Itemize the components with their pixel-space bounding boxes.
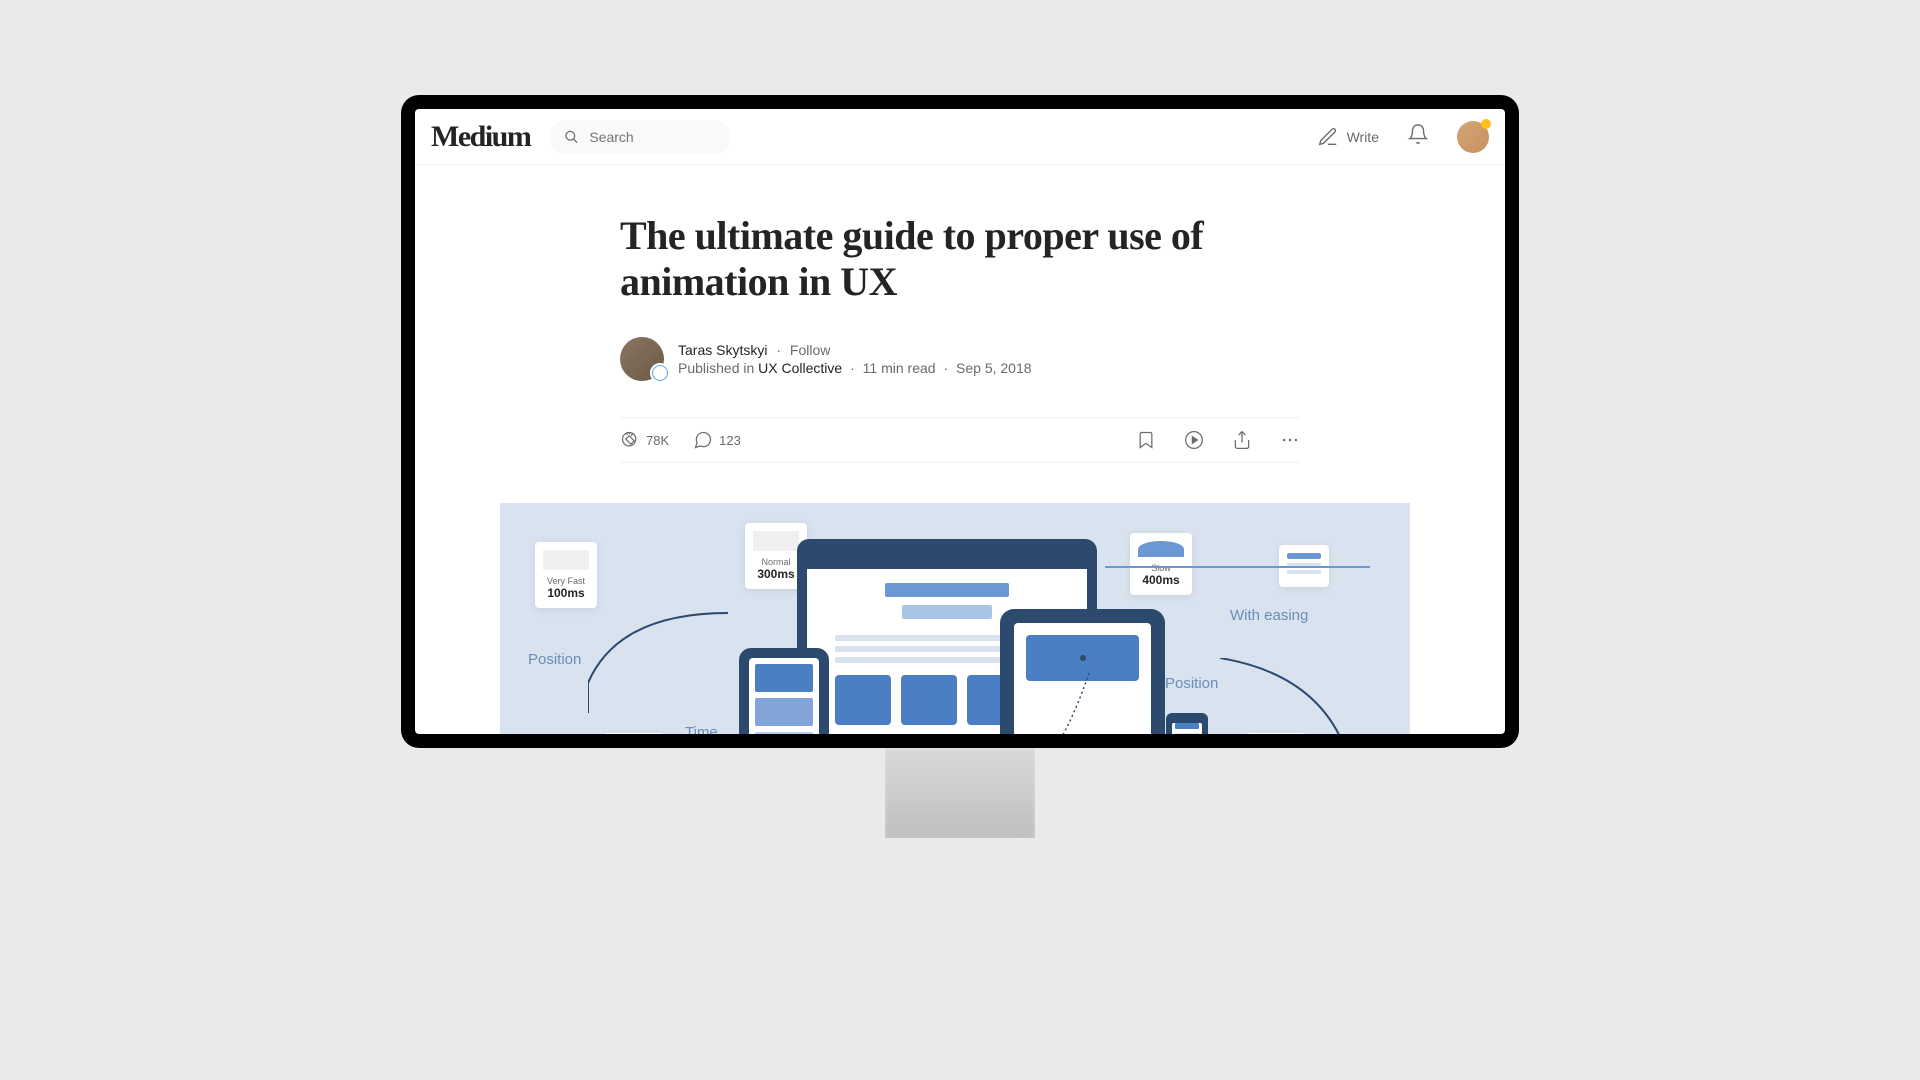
notifications-button[interactable] — [1407, 123, 1429, 150]
curve-right — [1220, 658, 1370, 734]
comment-count: 123 — [719, 433, 741, 448]
share-button[interactable] — [1232, 430, 1252, 450]
separator: · — [850, 360, 855, 376]
author-line: Taras Skytskyi · Follow — [678, 342, 1032, 358]
position-label: Position — [528, 651, 581, 668]
timing-card-fast: Fast — [603, 733, 665, 734]
timing-card-very-fast: Very Fast 100ms — [535, 542, 597, 608]
timeline-line — [1105, 566, 1370, 568]
avatar[interactable] — [1457, 121, 1489, 153]
watch-device — [1166, 713, 1208, 734]
listen-button[interactable] — [1184, 430, 1204, 450]
separator: · — [776, 342, 781, 358]
curve-dotted — [1039, 673, 1099, 734]
page-title: The ultimate guide to proper use of anim… — [620, 213, 1300, 305]
share-icon — [1232, 430, 1252, 450]
meta-text: Taras Skytskyi · Follow Published in UX … — [678, 342, 1032, 376]
separator: · — [943, 360, 948, 376]
clap-icon — [620, 430, 640, 450]
action-bar: 78K 123 — [620, 417, 1300, 463]
publication-badge-icon — [650, 363, 670, 383]
search-container[interactable] — [550, 120, 730, 154]
monitor-frame: Medium Write The ultimate guide to prope… — [401, 95, 1519, 748]
write-label: Write — [1347, 129, 1379, 145]
screen-viewport: Medium Write The ultimate guide to prope… — [415, 109, 1505, 734]
author-name[interactable]: Taras Skytskyi — [678, 342, 767, 358]
comment-icon — [693, 430, 713, 450]
read-time: 11 min read — [863, 360, 936, 376]
published-in-label: Published in — [678, 360, 758, 376]
publication-line: Published in UX Collective · 11 min read… — [678, 360, 1032, 376]
write-icon — [1317, 126, 1339, 148]
monitor-stand — [885, 748, 1035, 838]
author-avatar[interactable] — [620, 337, 664, 381]
follow-button[interactable]: Follow — [790, 342, 830, 358]
article-container: The ultimate guide to proper use of anim… — [620, 165, 1300, 734]
hero-illustration: Very Fast 100ms Normal 300ms Slow 400ms — [500, 503, 1410, 734]
write-button[interactable]: Write — [1317, 126, 1379, 148]
search-input[interactable] — [589, 129, 716, 145]
search-icon — [564, 128, 579, 146]
curve-left — [588, 603, 738, 723]
clap-count: 78K — [646, 433, 669, 448]
bookmark-icon — [1136, 430, 1156, 450]
publish-date: Sep 5, 2018 — [956, 360, 1032, 376]
bookmark-button[interactable] — [1136, 430, 1156, 450]
phone-device — [739, 648, 829, 734]
clap-button[interactable]: 78K — [620, 430, 669, 450]
more-icon — [1280, 430, 1300, 450]
play-icon — [1184, 430, 1204, 450]
more-button[interactable] — [1280, 430, 1300, 450]
site-header: Medium Write — [415, 109, 1505, 165]
bell-icon — [1407, 123, 1429, 145]
author-meta: Taras Skytskyi · Follow Published in UX … — [620, 337, 1300, 381]
timing-card-slow: Slow 400ms — [1130, 533, 1192, 595]
medium-logo[interactable]: Medium — [431, 120, 530, 154]
time-label: Time — [685, 724, 718, 734]
position-label-right: Position — [1165, 675, 1218, 692]
comment-button[interactable]: 123 — [693, 430, 741, 450]
publication-link[interactable]: UX Collective — [758, 360, 842, 376]
easing-label: With easing — [1230, 607, 1308, 624]
